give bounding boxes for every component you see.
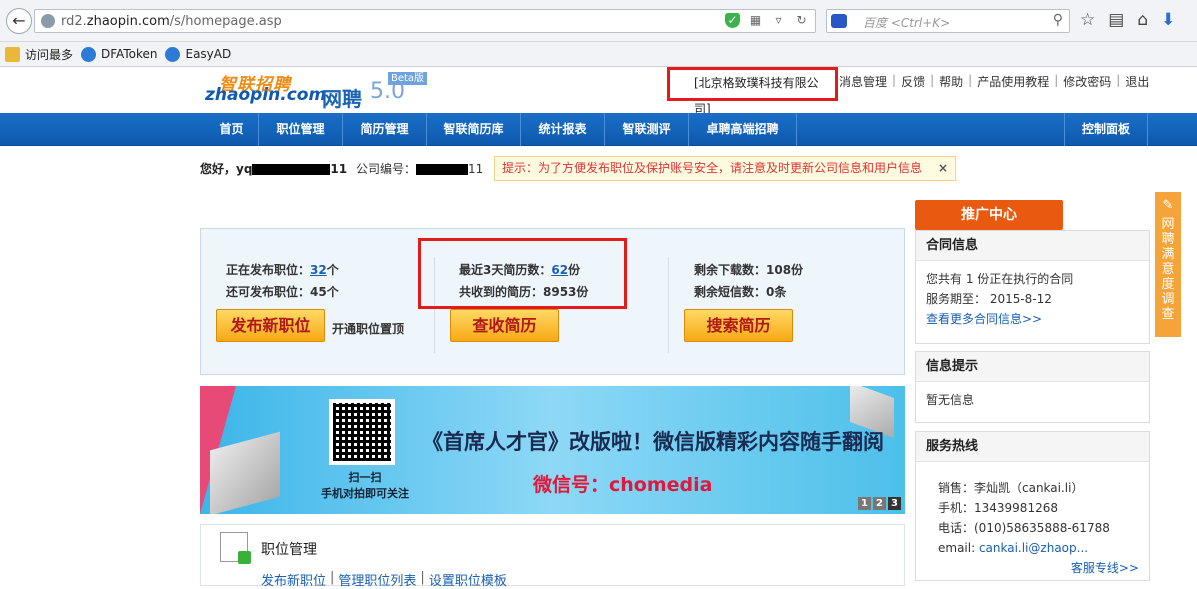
bookmark-most-visited[interactable]: 访问最多 [5, 46, 73, 63]
contract-count: 您共有 1 份正在执行的合同 [926, 272, 1074, 286]
site-header: 智联招聘 zhaopin.com 网聘 5.0 Beta版 [北京格致璞科技有限… [0, 67, 1197, 116]
search-placeholder: 百度 <Ctrl+K> [863, 16, 951, 30]
beta-badge: Beta版 [388, 72, 428, 85]
bookmark-globe-icon [81, 46, 97, 62]
contract-more-link[interactable]: 查看更多合同信息>> [926, 312, 1042, 326]
banner-page-3[interactable]: 3 [888, 497, 901, 510]
greeting: 您好，yq 11 [200, 162, 348, 176]
hotline-mobile: 手机：13439981268 [938, 501, 1058, 515]
section-title: 职位管理 [261, 542, 317, 558]
bookmarks-bar: 访问最多 DFAToken EasyAD [0, 42, 1197, 67]
stat-available: 还可发布职位：45个 [226, 285, 339, 299]
nav-resume-db[interactable]: 智联简历库 [427, 113, 521, 146]
notice-body: 暂无信息 [926, 393, 975, 407]
hotline-card: 服务热线 销售：李灿凯（cankai.li） 手机：13439981268 电话… [915, 431, 1150, 581]
link-change-password[interactable]: 修改密码 [1063, 73, 1111, 90]
nav-assessment[interactable]: 智联测评 [605, 113, 689, 146]
shield-icon[interactable]: ✓ [725, 13, 740, 28]
nav-resumes[interactable]: 简历管理 [343, 113, 427, 146]
satisfaction-survey-tab[interactable]: ✎ 网聘满意度调查 [1155, 192, 1181, 337]
document-arrow-icon [220, 532, 251, 564]
promo-banner[interactable]: 扫一扫 手机对拍即可关注 《首席人才官》改版啦！微信版精彩内容随手翻阅 微信号：c… [200, 386, 905, 514]
nav-executive[interactable]: 卓聘高端招聘 [689, 113, 797, 146]
zhaopin-logo[interactable]: 智联招聘 zhaopin.com [205, 70, 326, 108]
nav-reports[interactable]: 统计报表 [521, 113, 605, 146]
product-name: 网聘 [322, 87, 362, 111]
company-name: [北京格致璞科技有限公司] [667, 67, 838, 116]
back-arrow-icon[interactable]: ← [6, 8, 32, 34]
stat-publishing: 正在发布职位：32个 [226, 263, 339, 277]
globe-icon [41, 14, 55, 28]
job-top-link[interactable]: 开通职位置顶 [332, 320, 404, 337]
contract-card: 合同信息 您共有 1 份正在执行的合同 服务期至： 2015-8-12 查看更多… [915, 230, 1150, 344]
company-number: 公司编号： 11 [356, 162, 484, 176]
qr-caption: 扫一扫 手机对拍即可关注 [321, 471, 409, 500]
nav-control-panel[interactable]: 控制面板 [1064, 113, 1148, 146]
search-icon[interactable]: ⚲ [1053, 12, 1063, 28]
publishing-count-link[interactable]: 32 [310, 263, 327, 277]
hotline-sales: 销售：李灿凯（cankai.li） [938, 481, 1084, 495]
bookmark-easyad[interactable]: EasyAD [165, 46, 231, 62]
notice-card: 信息提示 暂无信息 [915, 351, 1150, 423]
customer-service-link[interactable]: 客服专线>> [1071, 561, 1139, 575]
notice-title: 信息提示 [916, 352, 1149, 382]
hotline-title: 服务热线 [916, 432, 1149, 462]
link-manage-jobs[interactable]: 管理职位列表 [338, 570, 416, 589]
contract-title: 合同信息 [916, 231, 1149, 261]
banner-subtitle: 微信号：chomedia [533, 474, 713, 496]
hotline-phone: 电话：(010)58635888-61788 [938, 521, 1110, 535]
baidu-icon[interactable] [831, 14, 847, 28]
job-management-section: 职位管理 发布新职位 | 管理职位列表 | 设置职位模板 [200, 524, 905, 589]
link-logout[interactable]: 退出 [1125, 73, 1149, 90]
banner-title: 《首席人才官》改版啦！微信版精彩内容随手翻阅 [422, 430, 884, 454]
redacted-username [252, 164, 331, 175]
top-links: 消息管理 | 反馈 | 帮助 | 产品使用教程 | 修改密码 | 退出 [839, 73, 1150, 90]
link-help[interactable]: 帮助 [939, 73, 963, 90]
stat-downloads: 剩余下载数：108份 [694, 263, 804, 277]
inbox-resume-button[interactable]: 查收简历 [450, 309, 559, 342]
banner-page-1[interactable]: 1 [858, 497, 871, 510]
bookmark-dfatoken[interactable]: DFAToken [81, 46, 157, 62]
close-icon[interactable]: × [938, 157, 948, 180]
contract-expiry: 服务期至： 2015-8-12 [926, 292, 1052, 306]
home-icon[interactable]: ⌂ [1137, 10, 1148, 30]
nav-jobs[interactable]: 职位管理 [259, 113, 343, 146]
dropdown-icon[interactable]: ▿ [771, 13, 786, 28]
redacted-company-number [416, 164, 469, 175]
link-feedback[interactable]: 反馈 [901, 73, 925, 90]
hotline-email-link[interactable]: cankai.li@zhaop... [979, 541, 1088, 555]
star-icon[interactable]: ☆ [1080, 10, 1095, 30]
link-tutorial[interactable]: 产品使用教程 [977, 73, 1049, 90]
reload-icon[interactable]: ↻ [794, 13, 809, 28]
link-publish-job[interactable]: 发布新职位 [261, 570, 326, 589]
qr-code-icon [329, 399, 395, 465]
url-bar[interactable]: rd2.zhaopin.com/s/homepage.asp ✓ ▦ ▿ ↻ [34, 9, 816, 33]
browser-toolbar: ← rd2.zhaopin.com/s/homepage.asp ✓ ▦ ▿ ↻… [0, 0, 1197, 42]
banner-pager: 1 2 3 [858, 497, 901, 510]
security-tip: 提示：为了方便发布职位及保护账号安全，请注意及时更新公司信息和用户信息 × [494, 156, 956, 181]
nav-home[interactable]: 首页 [205, 113, 259, 146]
bookmark-globe-icon [165, 46, 181, 62]
main-nav: 首页 职位管理 简历管理 智联简历库 统计报表 智联测评 卓聘高端招聘 控制面板 [0, 113, 1197, 146]
banner-page-2[interactable]: 2 [873, 497, 886, 510]
link-messages[interactable]: 消息管理 [839, 73, 887, 90]
highlight-box [418, 238, 627, 309]
bookmark-folder-icon [5, 46, 20, 62]
reading-list-icon[interactable]: ▤ [1108, 10, 1124, 30]
link-job-templates[interactable]: 设置职位模板 [429, 570, 507, 589]
qr-code-icon[interactable]: ▦ [748, 13, 763, 28]
publish-job-button[interactable]: 发布新职位 [216, 309, 325, 342]
url-text: rd2.zhaopin.com/s/homepage.asp [61, 14, 282, 29]
download-icon[interactable]: ⬇ [1161, 10, 1175, 30]
promotion-center-button[interactable]: 推广中心 [915, 200, 1063, 230]
hotline-email: email: cankai.li@zhaop... [938, 541, 1089, 555]
stat-sms: 剩余短信数：0条 [694, 285, 787, 299]
search-resume-button[interactable]: 搜索简历 [684, 309, 793, 342]
pencil-icon: ✎ [1162, 198, 1174, 213]
search-bar[interactable]: 百度 <Ctrl+K> ⚲ [826, 9, 1070, 33]
